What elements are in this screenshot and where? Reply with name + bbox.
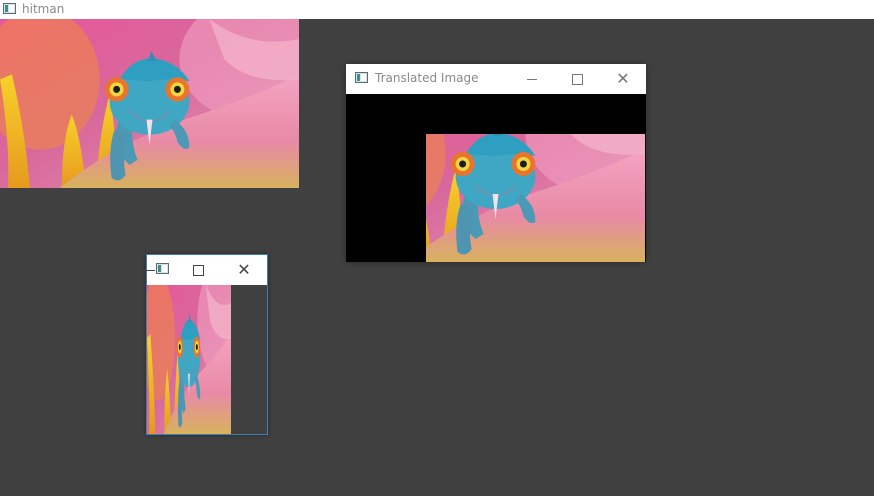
maximize-icon	[571, 73, 583, 85]
opencv-window-icon	[3, 3, 16, 14]
original-image	[0, 19, 299, 188]
maximize-icon	[192, 264, 204, 276]
opencv-window-icon	[355, 72, 368, 83]
close-icon: ✕	[616, 69, 630, 88]
minimize-icon	[145, 269, 155, 271]
close-button[interactable]: ✕	[600, 64, 646, 94]
translated-window-titlebar[interactable]: Translated Image ✕	[346, 64, 646, 94]
translated-window-title: Translated Image	[375, 71, 479, 85]
translated-image-window[interactable]: Translated Image ✕	[346, 64, 646, 262]
minimize-button[interactable]	[509, 64, 555, 94]
resized-image	[147, 285, 231, 434]
close-button[interactable]: ✕	[221, 255, 267, 285]
close-icon: ✕	[237, 260, 251, 279]
resized-image-canvas	[147, 285, 267, 434]
maximize-button[interactable]	[554, 64, 600, 94]
minimize-button[interactable]	[127, 255, 173, 285]
minimize-icon	[527, 78, 537, 80]
resized-window-titlebar[interactable]: ✕	[145, 255, 267, 285]
translated-image-canvas	[346, 94, 646, 262]
resized-image-window[interactable]: ✕	[145, 254, 268, 435]
maximize-button[interactable]	[175, 255, 221, 285]
translated-image	[426, 134, 646, 262]
main-window-title: hitman	[22, 2, 65, 16]
main-window-titlebar[interactable]: hitman	[0, 0, 874, 19]
